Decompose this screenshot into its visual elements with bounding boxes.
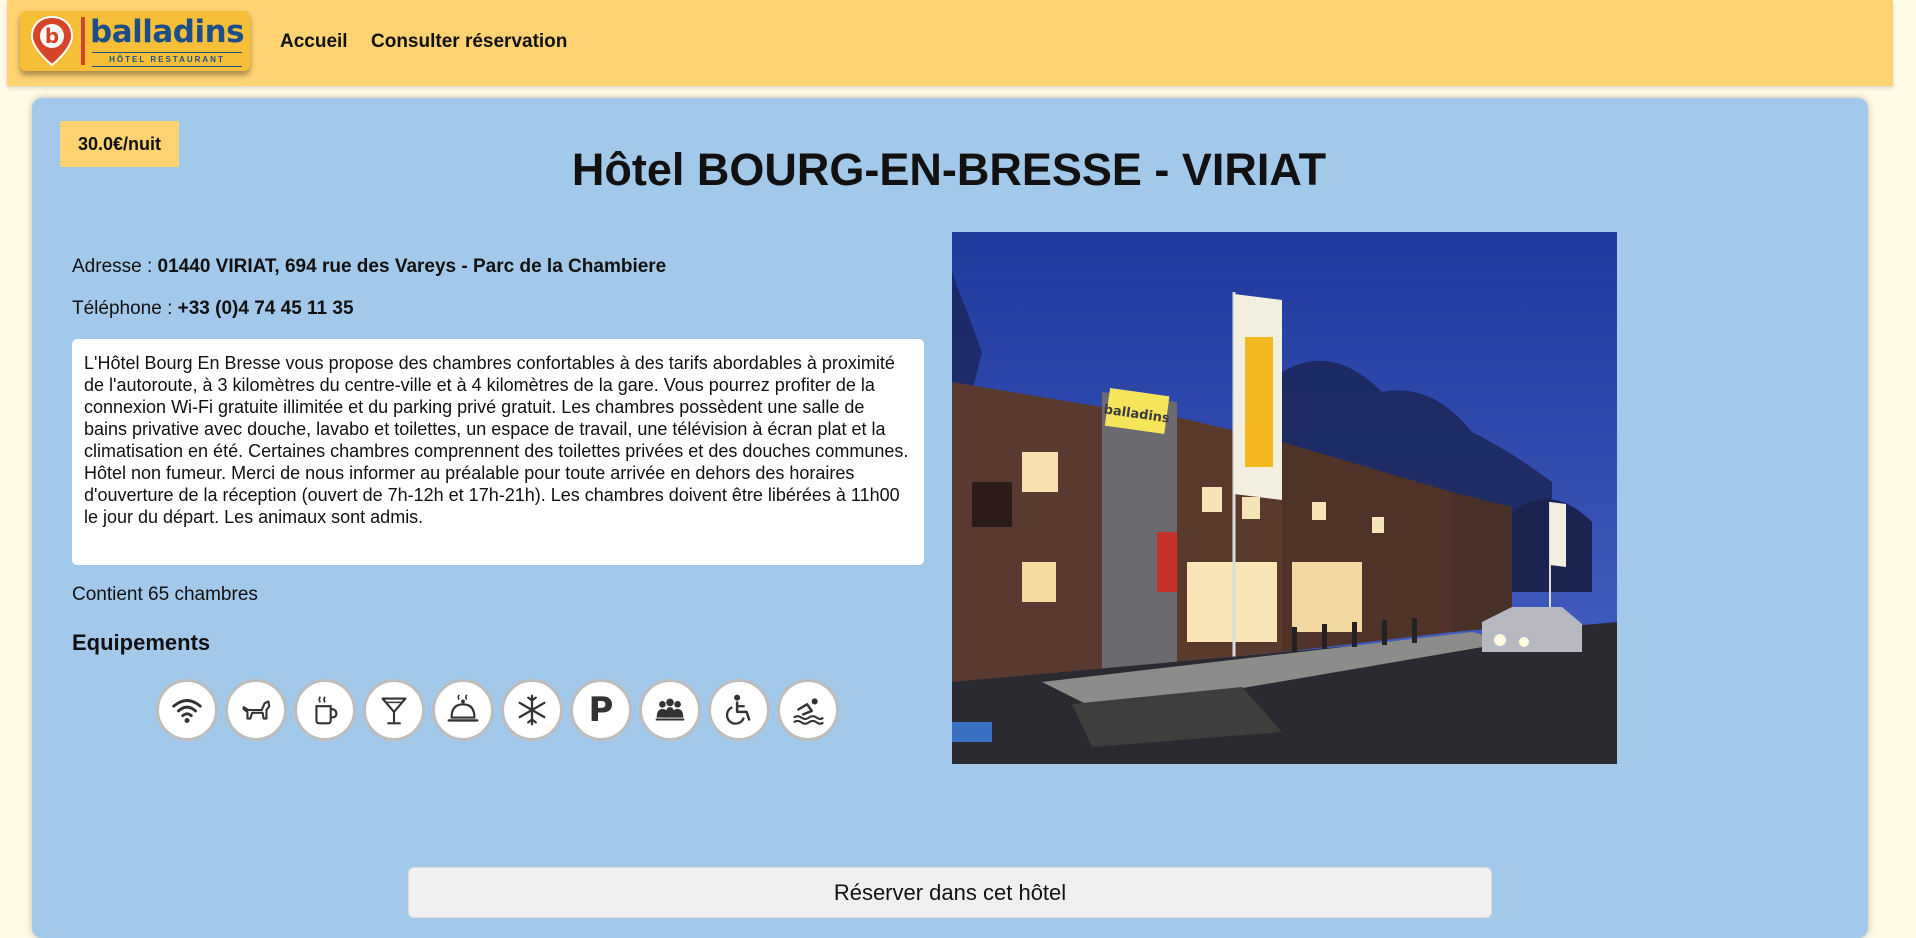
equipment-pets[interactable] bbox=[225, 679, 287, 741]
dog-icon bbox=[242, 700, 271, 720]
map-pin-logo-icon: b bbox=[30, 15, 74, 67]
hotel-photo: balladins bbox=[952, 232, 1617, 764]
address-line: Adresse : 01440 VIRIAT, 694 rue des Vare… bbox=[72, 256, 666, 278]
hotel-description: L'Hôtel Bourg En Bresse vous propose des… bbox=[72, 339, 924, 565]
room-count: Contient 65 chambres bbox=[72, 584, 258, 605]
logo-tagline: HÔTEL RESTAURANT bbox=[92, 52, 242, 67]
logo-divider bbox=[81, 17, 85, 65]
room-service-icon bbox=[447, 694, 479, 722]
equipment-air-conditioning[interactable] bbox=[501, 679, 563, 741]
phone-value: +33 (0)4 74 45 11 35 bbox=[177, 298, 354, 319]
phone-label: Téléphone : bbox=[72, 298, 173, 319]
hotel-night-photo: balladins bbox=[952, 232, 1617, 764]
cocktail-icon bbox=[381, 697, 407, 725]
equipment-wifi[interactable] bbox=[156, 679, 218, 741]
equipment-restaurant[interactable] bbox=[432, 679, 494, 741]
equipment-parking[interactable]: P bbox=[570, 679, 632, 741]
equipment-accessibility[interactable] bbox=[708, 679, 770, 741]
equipment-bar[interactable] bbox=[363, 679, 425, 741]
group-icon bbox=[655, 698, 685, 721]
logo-letter: b bbox=[45, 24, 59, 48]
wheelchair-icon bbox=[725, 694, 751, 725]
nav-consulter-reservation-link[interactable]: Consulter réservation bbox=[371, 31, 567, 53]
equipment-swimming-pool[interactable] bbox=[777, 679, 839, 741]
parking-icon: P bbox=[588, 690, 614, 730]
logo-wordmark: balladins bbox=[90, 14, 245, 50]
book-hotel-button[interactable]: Réserver dans cet hôtel bbox=[408, 867, 1492, 918]
phone-line: Téléphone : +33 (0)4 74 45 11 35 bbox=[72, 298, 354, 320]
wifi-icon bbox=[172, 699, 202, 723]
hotel-title: Hôtel BOURG-EN-BRESSE - VIRIAT bbox=[571, 144, 1327, 195]
nav-accueil-link[interactable]: Accueil bbox=[280, 31, 348, 53]
equipment-breakfast[interactable] bbox=[294, 679, 356, 741]
equipment-meeting-room[interactable] bbox=[639, 679, 701, 741]
coffee-cup-icon bbox=[315, 696, 338, 725]
snowflake-icon bbox=[518, 694, 546, 726]
address-label: Adresse : bbox=[72, 256, 153, 277]
swimmer-icon bbox=[793, 698, 824, 725]
address-value: 01440 VIRIAT, 694 rue des Vareys - Parc … bbox=[157, 256, 667, 277]
top-navbar: b balladins HÔTEL RESTAURANT Accueil Con… bbox=[7, 0, 1893, 86]
equipments-heading: Equipements bbox=[72, 630, 211, 655]
balladins-logo[interactable]: b balladins HÔTEL RESTAURANT bbox=[20, 11, 250, 71]
